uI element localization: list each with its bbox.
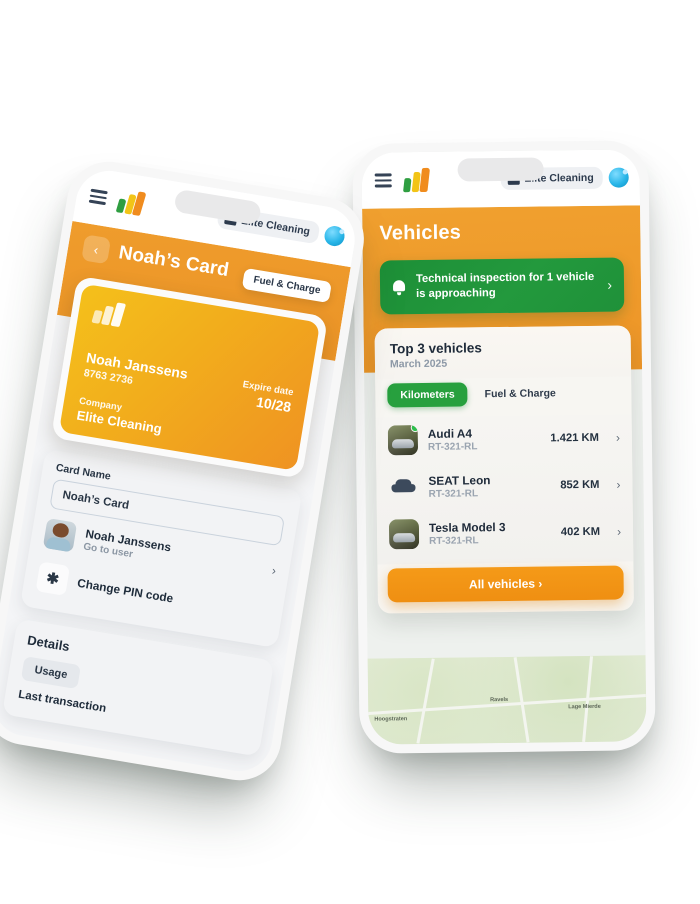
back-button[interactable]: ‹ [81,234,112,265]
table-row[interactable]: Audi A4 RT-321-RL 1.421 KM › [387,414,621,464]
brand-logo-icon [91,299,303,357]
vehicle-plate: RT-321-RL [427,440,478,453]
dynamic-island [457,157,544,182]
chevron-right-icon: › [616,524,622,539]
chevron-right-icon: › [616,477,621,492]
card-detail-screen: Elite Cleaning ‹ Noah’s Card Fuel & Char… [0,165,360,777]
screenshot-canvas: Elite Cleaning Vehicles Technical inspec… [0,0,700,904]
vehicle-name: Tesla Model 3 [428,519,506,535]
vehicle-plate: RT-321-RL [428,487,479,500]
map-road [416,658,435,744]
tab-usage[interactable]: Usage [20,656,82,690]
phone-card-detail: Elite Cleaning ‹ Noah’s Card Fuel & Char… [0,155,371,787]
vehicles-screen: Elite Cleaning Vehicles Technical inspec… [361,149,647,745]
page-title: Vehicles [379,221,462,245]
inspection-notice-banner[interactable]: Technical inspection for 1 vehicle is ap… [379,257,625,315]
map-label: Ravels [490,696,509,704]
vehicle-meta: Tesla Model 3 RT-321-RL [428,519,551,547]
fuel-card[interactable]: Noah Janssens 8763 2736 Expire date 10/2… [58,283,321,471]
vehicles-body: Top 3 vehicles March 2025 Kilometers Fue… [364,325,645,614]
map-background[interactable]: Hoogstraten Ravels Lage Mierde [367,655,647,745]
status-badge [410,424,419,432]
chevron-right-icon: › [607,276,613,293]
user-avatar-icon [42,517,78,553]
chevron-right-icon: › [615,430,620,445]
vehicle-name: SEAT Leon [428,472,491,488]
brand-logo-icon [403,167,430,192]
hamburger-menu-icon[interactable] [88,188,108,206]
map-label: Lage Mierde [568,703,601,711]
vehicle-meta: Audi A4 RT-321-RL [427,425,541,453]
brand-logo-icon [115,189,147,216]
page-title: Noah’s Card [117,242,231,282]
table-row[interactable]: Tesla Model 3 RT-321-RL 402 KM › [388,508,622,558]
tab-fuel-charge[interactable]: Fuel & Charge [471,381,568,406]
user-avatar-icon[interactable] [608,167,629,188]
map-label: Hoogstraten [374,716,408,723]
car-icon [388,472,418,502]
panel-subtitle: March 2025 [389,357,448,370]
hamburger-menu-icon[interactable] [374,173,392,188]
user-avatar-icon[interactable] [323,224,347,248]
panel-header: Top 3 vehicles March 2025 [374,325,632,380]
asterisk-icon: ✱ [35,561,71,596]
card-expiry-block: Expire date 10/28 [239,379,294,415]
vehicle-value: 402 KM [560,525,601,538]
last-transaction-label: Last transaction [17,688,108,716]
vehicle-plate: RT-321-RL [429,534,479,547]
all-vehicles-button[interactable]: All vehicles › [387,565,624,602]
chevron-right-icon: › [270,563,278,578]
notice-text: Technical inspection for 1 vehicle is ap… [415,270,595,300]
table-row[interactable]: SEAT Leon RT-321-RL 852 KM › [388,461,621,511]
vehicle-value: 852 KM [560,478,600,491]
vehicle-list: Audi A4 RT-321-RL 1.421 KM › SEAT Leon R… [375,414,634,565]
vehicle-meta: SEAT Leon RT-321-RL [428,472,550,500]
top-vehicles-panel: Top 3 vehicles March 2025 Kilometers Fue… [374,325,635,614]
card-company-block: Company Elite Cleaning [76,396,165,437]
metric-tabs: Kilometers Fuel & Charge [375,376,632,418]
vehicle-name: Audi A4 [427,425,473,441]
vehicle-photo [388,518,420,549]
card-holder-block: Noah Janssens 8763 2736 [83,349,189,395]
map-road [513,657,530,743]
tab-kilometers[interactable]: Kilometers [387,382,468,407]
vehicle-photo [387,424,419,455]
phone-vehicles: Elite Cleaning Vehicles Technical inspec… [352,140,656,754]
bell-icon [392,279,406,294]
panel-title: Top 3 vehicles [389,339,482,356]
vehicle-value: 1.421 KM [550,431,599,444]
card-settings-panel: Card Name Noah’s Card Noah Janssens Go t… [19,448,303,649]
